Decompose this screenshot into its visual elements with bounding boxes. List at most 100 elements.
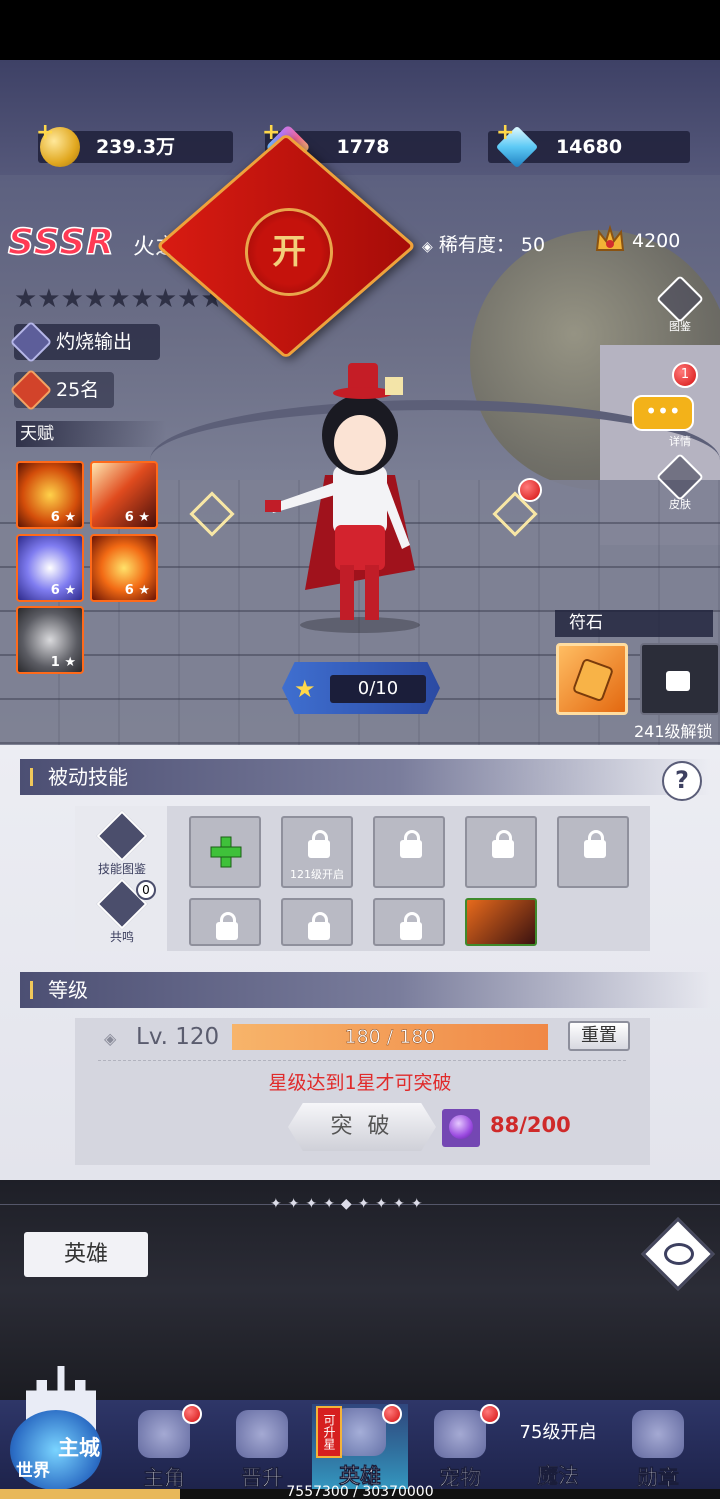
lock-icon xyxy=(308,912,330,940)
details-label: 详情 xyxy=(669,435,691,448)
breakthrough-button[interactable]: 突 破 xyxy=(288,1103,436,1151)
talent-title: 天赋 xyxy=(16,421,166,447)
lock-icon xyxy=(400,830,422,858)
exp-value: 180 / 180 xyxy=(344,1026,436,1048)
lock-icon xyxy=(308,830,330,858)
skill-level: 6 ★ xyxy=(50,510,76,525)
ranking-tag[interactable]: 25名 xyxy=(9,368,114,412)
notification-dot xyxy=(182,1404,202,1424)
star-up-badge: 可升星 xyxy=(316,1406,342,1458)
level-title: 等级 xyxy=(48,978,88,1002)
rarity-diamond-icon: ◈ xyxy=(422,239,433,255)
talent-skill-hat[interactable]: 1 ★ xyxy=(16,606,84,674)
reset-button[interactable]: 重置 xyxy=(568,1021,630,1051)
passive-slot-locked[interactable] xyxy=(557,816,629,888)
nav-medals[interactable]: 勋章 xyxy=(610,1406,706,1496)
level-value: Lv. 120 xyxy=(136,1024,220,1050)
passive-slot-locked[interactable] xyxy=(189,898,261,946)
plus-icon xyxy=(209,835,243,869)
talent-skill-phoenix[interactable]: 6 ★ xyxy=(90,534,158,602)
rune-stone-icon xyxy=(571,657,615,703)
lock-icon xyxy=(492,830,514,858)
notification-dot xyxy=(382,1404,402,1424)
world-button[interactable]: 主城 世界 xyxy=(4,1366,110,1494)
skill-level: 6 ★ xyxy=(124,583,150,598)
passive-skills-header: 被动技能 xyxy=(20,759,710,795)
role-tag: 灼烧输出 xyxy=(9,320,160,364)
world-bottom-label: 世界 xyxy=(16,1461,50,1481)
passive-slot-locked[interactable]: 121级开启 xyxy=(281,816,353,888)
skill-codex-button[interactable]: 技能图鉴 xyxy=(92,810,152,876)
skin-icon xyxy=(655,452,705,502)
codex-button[interactable]: 图鉴 xyxy=(655,274,705,334)
skill-level: 1 ★ xyxy=(50,655,76,670)
gem-value: 1778 xyxy=(336,136,390,158)
passive-slot-equipped[interactable] xyxy=(465,898,537,946)
pet-icon xyxy=(434,1410,486,1458)
passive-slot-add[interactable] xyxy=(189,816,261,888)
level-diamond-icon: ◈ xyxy=(104,1029,117,1048)
talent-skill-wave[interactable]: 6 ★ xyxy=(16,534,84,602)
codex-icon xyxy=(655,274,705,324)
slot-unlock-caption: 121级开启 xyxy=(290,868,344,881)
add-gold-icon[interactable]: + xyxy=(36,120,54,145)
role-icon xyxy=(9,320,53,364)
resonance-badge: 0 xyxy=(136,880,156,900)
world-top-label: 主城 xyxy=(58,1436,100,1460)
rune-slot-active[interactable] xyxy=(556,643,628,715)
nav-promotion[interactable]: 晋升 xyxy=(214,1406,310,1496)
lock-icon xyxy=(666,671,690,691)
next-hero-dot xyxy=(518,478,542,502)
nav-magic[interactable]: 75级开启 魔法 xyxy=(510,1406,606,1496)
skill-level: 6 ★ xyxy=(124,510,150,525)
lock-icon xyxy=(400,912,422,940)
rarity-value: 50 xyxy=(520,234,546,256)
rune-unlock-text: 241级解锁 xyxy=(634,722,713,741)
passive-slot-locked[interactable] xyxy=(373,898,445,946)
passive-slot-locked[interactable] xyxy=(281,898,353,946)
talent-skill-fireball[interactable]: 6 ★ xyxy=(16,461,84,529)
rarity-stat: ◈ 稀有度： 50 xyxy=(422,230,545,257)
material-count: 88/200 xyxy=(490,1113,571,1137)
star-up-icon: ★ xyxy=(294,675,316,703)
skill-level: 6 ★ xyxy=(50,583,76,598)
crown-icon xyxy=(594,224,626,258)
lock-icon xyxy=(584,830,606,858)
passive-slot-locked[interactable] xyxy=(465,816,537,888)
promotion-icon xyxy=(236,1410,288,1458)
add-diamond-icon[interactable]: + xyxy=(496,120,514,145)
details-button[interactable]: ••• 详情 xyxy=(632,395,704,448)
rune-title: 符石 xyxy=(555,610,713,637)
breakthrough-warning: 星级达到1星才可突破 xyxy=(268,1072,452,1094)
account-exp-text: 7557300 / 30370000 xyxy=(286,1484,434,1499)
medal-icon xyxy=(632,1410,684,1458)
gold-value: 239.3万 xyxy=(95,136,176,158)
ornament-dots: ✦✦✦✦◆✦✦✦✦ xyxy=(270,1196,429,1212)
system-status-bar xyxy=(0,0,720,60)
purple-orb-icon xyxy=(442,1109,480,1147)
help-button[interactable]: ? xyxy=(662,761,702,801)
power-value: 4200 xyxy=(632,230,681,252)
hero-character[interactable] xyxy=(265,355,455,635)
rarity-label: 稀有度： xyxy=(438,234,515,256)
eye-icon xyxy=(664,1243,694,1265)
rune-slot-locked[interactable] xyxy=(640,643,720,715)
chat-bubble-icon: ••• xyxy=(632,395,694,431)
details-badge: 1 xyxy=(672,362,698,388)
book-icon xyxy=(96,810,148,862)
skin-button[interactable]: 皮肤 xyxy=(655,452,705,512)
resonance-label: 共鸣 xyxy=(109,930,134,944)
divider xyxy=(98,1060,626,1061)
talent-skill-meteor[interactable]: 6 ★ xyxy=(90,461,158,529)
red-packet-open-button[interactable]: 开 xyxy=(245,208,333,296)
level-header: 等级 xyxy=(20,972,710,1008)
star-upgrade-value: 0/10 xyxy=(330,675,426,703)
unlock-hint: 75级开启 xyxy=(519,1422,597,1443)
rank-badge: SSSR xyxy=(7,221,115,264)
passive-title: 被动技能 xyxy=(48,765,128,789)
role-label: 灼烧输出 xyxy=(56,331,133,353)
hero-tab-button[interactable]: 英雄 xyxy=(24,1232,148,1277)
notification-dot xyxy=(480,1404,500,1424)
lock-icon xyxy=(216,912,238,940)
passive-slot-locked[interactable] xyxy=(373,816,445,888)
